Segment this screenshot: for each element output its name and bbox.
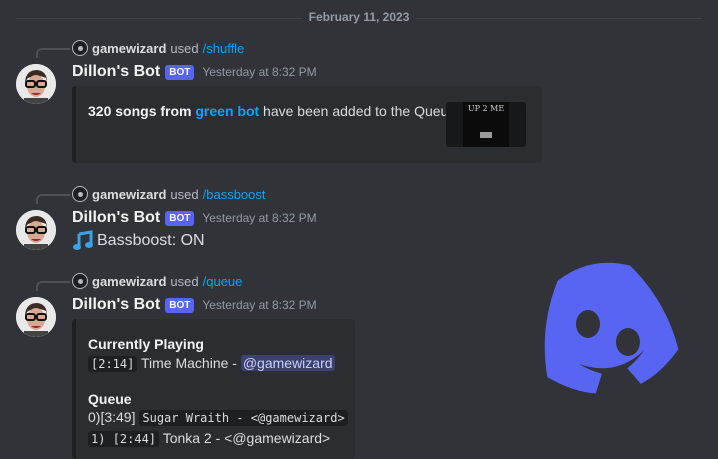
reply-used-text: used [170, 186, 199, 202]
slash-command-link[interactable]: /shuffle [203, 41, 245, 56]
user-mention[interactable]: @gamewizard [240, 355, 335, 371]
date-divider: February 11, 2023 [16, 10, 702, 24]
message-header: Dillon's Bot BOT Yesterday at 8:32 PM [72, 296, 317, 314]
bot-tag: BOT [165, 297, 195, 313]
queue-item: 1) [2:44] Tonka 2 - <@gamewizard> [88, 429, 348, 448]
embed-description: 320 songs from green bot have been added… [88, 103, 456, 119]
timestamp[interactable]: Yesterday at 8:32 PM [202, 211, 316, 225]
reply-username[interactable]: gamewizard [92, 187, 166, 202]
embed: 320 songs from green bot have been added… [72, 86, 542, 163]
currently-playing-heading: Currently Playing [88, 336, 204, 352]
user-mini-avatar[interactable] [72, 40, 88, 56]
message-content: Bassboost: ON [72, 230, 205, 252]
author-name[interactable]: Dillon's Bot [72, 296, 160, 314]
reply-used-text: used [170, 40, 199, 56]
user-mini-avatar[interactable] [72, 273, 88, 289]
avatar[interactable] [16, 64, 56, 104]
message-header: Dillon's Bot BOT Yesterday at 8:32 PM [72, 209, 317, 227]
command-reply[interactable]: gamewizard used /queue [72, 273, 242, 289]
bot-tag: BOT [165, 210, 195, 226]
user-mini-avatar[interactable] [72, 186, 88, 202]
reply-spine [36, 194, 70, 204]
date-label: February 11, 2023 [302, 10, 416, 24]
embed-rest-text: have been added to the Queue [263, 103, 457, 119]
queue-index: 1) [91, 432, 106, 446]
thumbnail-text: UP 2 ME [467, 104, 505, 113]
queue-index-duration: 1) [2:44] [88, 431, 160, 447]
message-header: Dillon's Bot BOT Yesterday at 8:32 PM [72, 63, 317, 81]
queue-duration: [3:49] [100, 409, 136, 425]
command-reply[interactable]: gamewizard used /shuffle [72, 40, 244, 56]
embed-body: Currently Playing [2:14] Time Machine - … [88, 335, 348, 448]
avatar[interactable] [16, 297, 56, 337]
reply-spine [36, 281, 70, 291]
track-duration: [2:14] [88, 356, 138, 372]
discord-logo-icon [530, 254, 680, 399]
bot-tag: BOT [165, 64, 195, 80]
reply-used-text: used [170, 273, 199, 289]
queue-track-text: Sugar Wraith - <@gamewizard> [139, 410, 348, 426]
queue-item: 0)[3:49] Sugar Wraith - <@gamewizard> [88, 408, 348, 427]
queue-heading: Queue [88, 391, 132, 407]
queue-index: 0) [88, 409, 101, 425]
current-track: [2:14] Time Machine - @gamewizard [88, 354, 348, 373]
musical-note-icon [72, 230, 94, 252]
slash-command-link[interactable]: /queue [203, 274, 243, 289]
queue-embed: Currently Playing [2:14] Time Machine - … [72, 319, 355, 459]
author-name[interactable]: Dillon's Bot [72, 63, 160, 81]
timestamp[interactable]: Yesterday at 8:32 PM [202, 298, 316, 312]
bassboost-status: Bassboost: ON [97, 232, 205, 249]
song-count: 320 songs from [88, 103, 192, 119]
slash-command-link[interactable]: /bassboost [203, 187, 266, 202]
queue-track-text: Tonka 2 - <@gamewizard> [162, 430, 331, 446]
reply-username[interactable]: gamewizard [92, 41, 166, 56]
command-reply[interactable]: gamewizard used /bassboost [72, 186, 266, 202]
queue-duration: [2:44] [112, 432, 157, 446]
source-link[interactable]: green bot [195, 103, 259, 119]
avatar[interactable] [16, 210, 56, 250]
track-title: Time Machine - [141, 355, 237, 371]
author-name[interactable]: Dillon's Bot [72, 209, 160, 227]
reply-spine [36, 48, 70, 58]
timestamp[interactable]: Yesterday at 8:32 PM [202, 65, 316, 79]
embed-thumbnail[interactable]: UP 2 ME [446, 102, 526, 147]
reply-username[interactable]: gamewizard [92, 274, 166, 289]
